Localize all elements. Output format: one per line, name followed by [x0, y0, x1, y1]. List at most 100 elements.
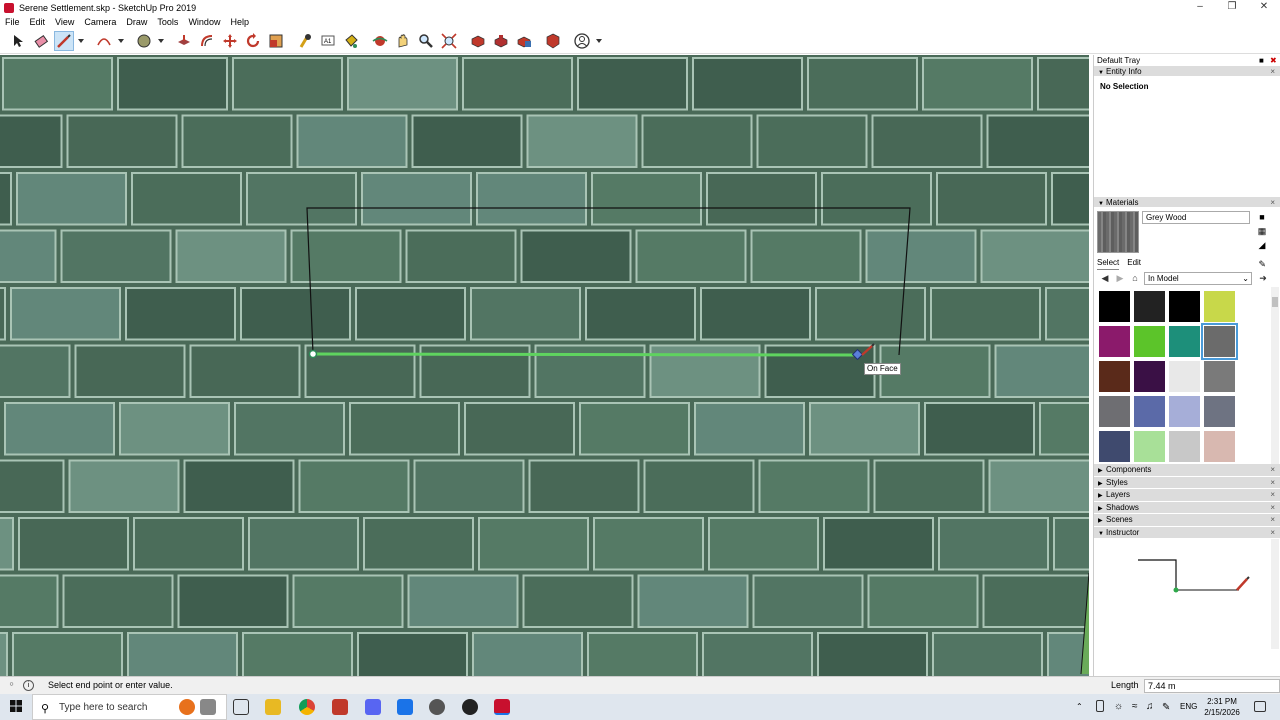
menu-help[interactable]: Help — [225, 15, 254, 29]
windows-start-icon[interactable] — [10, 700, 22, 712]
menu-camera[interactable]: Camera — [79, 15, 121, 29]
tape-measure-icon[interactable] — [295, 31, 315, 51]
material-swatch[interactable] — [1169, 361, 1200, 392]
material-swatch[interactable] — [1169, 291, 1200, 322]
shape-dropdown-icon[interactable] — [157, 31, 165, 51]
menu-window[interactable]: Window — [183, 15, 225, 29]
offset-icon[interactable] — [197, 31, 217, 51]
menu-file[interactable]: File — [0, 15, 25, 29]
panel-close-icon[interactable]: × — [1270, 514, 1275, 526]
forward-arrow-icon[interactable]: ▶ — [1115, 272, 1125, 284]
volume-icon[interactable]: ♫ — [1146, 701, 1154, 720]
line-dropdown-icon[interactable] — [77, 31, 85, 51]
material-name-field[interactable]: Grey Wood — [1142, 211, 1250, 224]
material-swatch[interactable] — [1134, 291, 1165, 322]
material-swatch[interactable] — [1204, 361, 1235, 392]
network-icon[interactable]: ☼ — [1114, 701, 1123, 720]
maximize-button[interactable]: ❐ — [1216, 0, 1248, 15]
discord-icon[interactable] — [365, 699, 381, 715]
components-header[interactable]: ▶ Components × — [1094, 464, 1280, 477]
material-swatch[interactable] — [1134, 431, 1165, 462]
zoom-icon[interactable] — [416, 31, 436, 51]
push-pull-icon[interactable] — [174, 31, 194, 51]
menu-edit[interactable]: Edit — [25, 15, 51, 29]
modeling-viewport[interactable]: On Face — [0, 55, 1089, 676]
paint-bucket-icon[interactable] — [341, 31, 361, 51]
material-swatch[interactable] — [1134, 396, 1165, 427]
geolocation-icon[interactable]: ○ — [6, 680, 17, 691]
material-swatch[interactable] — [1169, 326, 1200, 357]
show-hidden-icons[interactable]: ⌃ — [1076, 702, 1083, 720]
instructor-header[interactable]: ▼ Instructor × — [1094, 526, 1280, 539]
panel-close-icon[interactable]: × — [1270, 502, 1275, 514]
display-secondary-icon[interactable]: ■ — [1256, 211, 1268, 223]
back-arrow-icon[interactable]: ◀ — [1100, 272, 1110, 284]
material-swatch[interactable] — [1169, 431, 1200, 462]
material-swatch[interactable] — [1134, 326, 1165, 357]
panel-close-icon[interactable]: × — [1270, 477, 1275, 489]
pen-icon[interactable]: ✎ — [1162, 702, 1170, 720]
pin-icon[interactable]: ■ — [1259, 55, 1264, 66]
wifi-icon[interactable]: ≈ — [1132, 701, 1138, 720]
material-swatch[interactable] — [1169, 396, 1200, 427]
pan-icon[interactable] — [393, 31, 413, 51]
basketball-icon[interactable] — [179, 699, 195, 715]
scale-icon[interactable] — [266, 31, 286, 51]
panel-close-icon[interactable]: × — [1270, 197, 1275, 208]
language-indicator[interactable]: ENG — [1180, 702, 1197, 720]
notification-icon[interactable] — [1254, 701, 1266, 712]
clock[interactable]: 2:31 PM 2/15/2026 — [1198, 696, 1246, 718]
menu-view[interactable]: View — [50, 15, 79, 29]
text-icon[interactable]: A1 — [318, 31, 338, 51]
sketchup-taskbar-icon[interactable] — [494, 699, 510, 715]
info-icon[interactable]: i — [23, 680, 34, 691]
material-swatch[interactable] — [1204, 396, 1235, 427]
entity-info-header[interactable]: ▼ Entity Info × — [1094, 66, 1280, 77]
details-arrow-icon[interactable]: ➜ — [1258, 272, 1268, 284]
blue-app-icon[interactable] — [397, 699, 413, 715]
materials-scrollbar[interactable] — [1271, 287, 1279, 464]
shape-tool-icon[interactable] — [134, 31, 154, 51]
zoom-extents-icon[interactable] — [439, 31, 459, 51]
sample-paint-icon[interactable]: ✎ — [1258, 257, 1266, 271]
3d-warehouse-icon[interactable] — [468, 31, 488, 51]
eraser-tool-icon[interactable] — [31, 31, 51, 51]
close-button[interactable]: ✕ — [1248, 0, 1280, 15]
material-swatch[interactable] — [1099, 326, 1130, 357]
home-icon[interactable]: ⌂ — [1130, 272, 1140, 284]
orbit-icon[interactable] — [370, 31, 390, 51]
move-icon[interactable] — [220, 31, 240, 51]
battery-icon[interactable] — [1096, 700, 1104, 712]
menu-tools[interactable]: Tools — [152, 15, 183, 29]
material-swatch[interactable] — [1201, 323, 1238, 360]
default-material-icon[interactable]: ◢ — [1256, 239, 1268, 251]
extension-manager-icon[interactable] — [543, 31, 563, 51]
taskbar-search[interactable]: ⚲ Type here to search — [32, 694, 227, 720]
arc-dropdown-icon[interactable] — [117, 31, 125, 51]
gray-app-icon[interactable] — [429, 699, 445, 715]
material-swatch[interactable] — [1099, 396, 1130, 427]
file-explorer-icon[interactable] — [265, 699, 281, 715]
instructor-scrollbar[interactable] — [1271, 539, 1279, 649]
materials-header[interactable]: ▼ Materials × — [1094, 197, 1280, 208]
rotate-icon[interactable] — [243, 31, 263, 51]
shadows-header[interactable]: ▶ Shadows × — [1094, 501, 1280, 514]
send-to-layout-icon[interactable] — [514, 31, 534, 51]
menu-draw[interactable]: Draw — [121, 15, 152, 29]
measurements-box[interactable]: 7.44 m — [1144, 679, 1280, 693]
material-swatch[interactable] — [1204, 431, 1235, 462]
layers-header[interactable]: ▶ Layers × — [1094, 489, 1280, 502]
create-material-icon[interactable]: ▦ — [1256, 225, 1268, 237]
styles-header[interactable]: ▶ Styles × — [1094, 476, 1280, 489]
arc-tool-icon[interactable] — [94, 31, 114, 51]
extension-warehouse-icon[interactable] — [491, 31, 511, 51]
tab-select[interactable]: Select — [1097, 256, 1120, 270]
panel-close-icon[interactable]: × — [1270, 489, 1275, 501]
search-tool-icon[interactable] — [200, 699, 216, 715]
select-tool-icon[interactable] — [8, 31, 28, 51]
tab-edit[interactable]: Edit — [1127, 256, 1141, 270]
panel-close-icon[interactable]: × — [1270, 527, 1275, 539]
task-view-icon[interactable] — [233, 699, 249, 715]
chrome-icon[interactable] — [299, 699, 315, 715]
material-swatch[interactable] — [1099, 431, 1130, 462]
